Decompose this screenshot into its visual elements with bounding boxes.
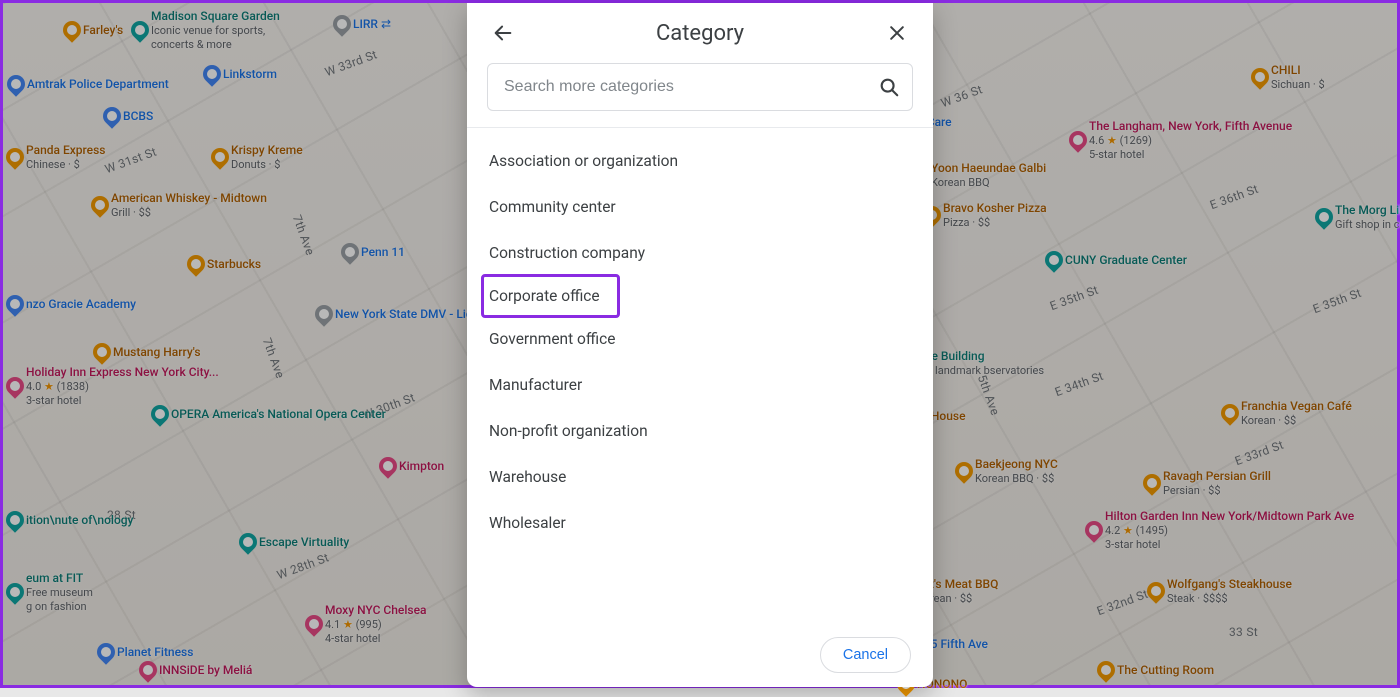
search-wrap [467, 63, 933, 127]
modal-header: Category [467, 3, 933, 63]
category-item[interactable]: Manufacturer [467, 362, 933, 408]
category-item[interactable]: Construction company [467, 230, 933, 276]
category-item[interactable]: Community center [467, 184, 933, 230]
cancel-button[interactable]: Cancel [820, 637, 911, 673]
back-button[interactable] [485, 15, 521, 51]
arrow-back-icon [492, 22, 514, 44]
category-item[interactable]: Government office [467, 316, 933, 362]
category-item[interactable]: Association or organization [467, 138, 933, 184]
category-item[interactable]: Wholesaler [467, 500, 933, 546]
category-list: Association or organizationCommunity cen… [467, 128, 933, 556]
search-box[interactable] [487, 63, 913, 111]
search-icon [878, 76, 900, 98]
category-item[interactable]: Corporate office [483, 276, 618, 316]
modal-title: Category [656, 21, 744, 46]
category-modal: Category Association or organizationComm… [467, 3, 933, 687]
category-scroll[interactable]: Association or organizationCommunity cen… [467, 128, 933, 621]
close-icon [887, 23, 907, 43]
search-input[interactable] [504, 78, 878, 96]
close-button[interactable] [879, 15, 915, 51]
category-item[interactable]: Non-profit organization [467, 408, 933, 454]
modal-footer: Cancel [467, 621, 933, 687]
category-item[interactable]: Warehouse [467, 454, 933, 500]
